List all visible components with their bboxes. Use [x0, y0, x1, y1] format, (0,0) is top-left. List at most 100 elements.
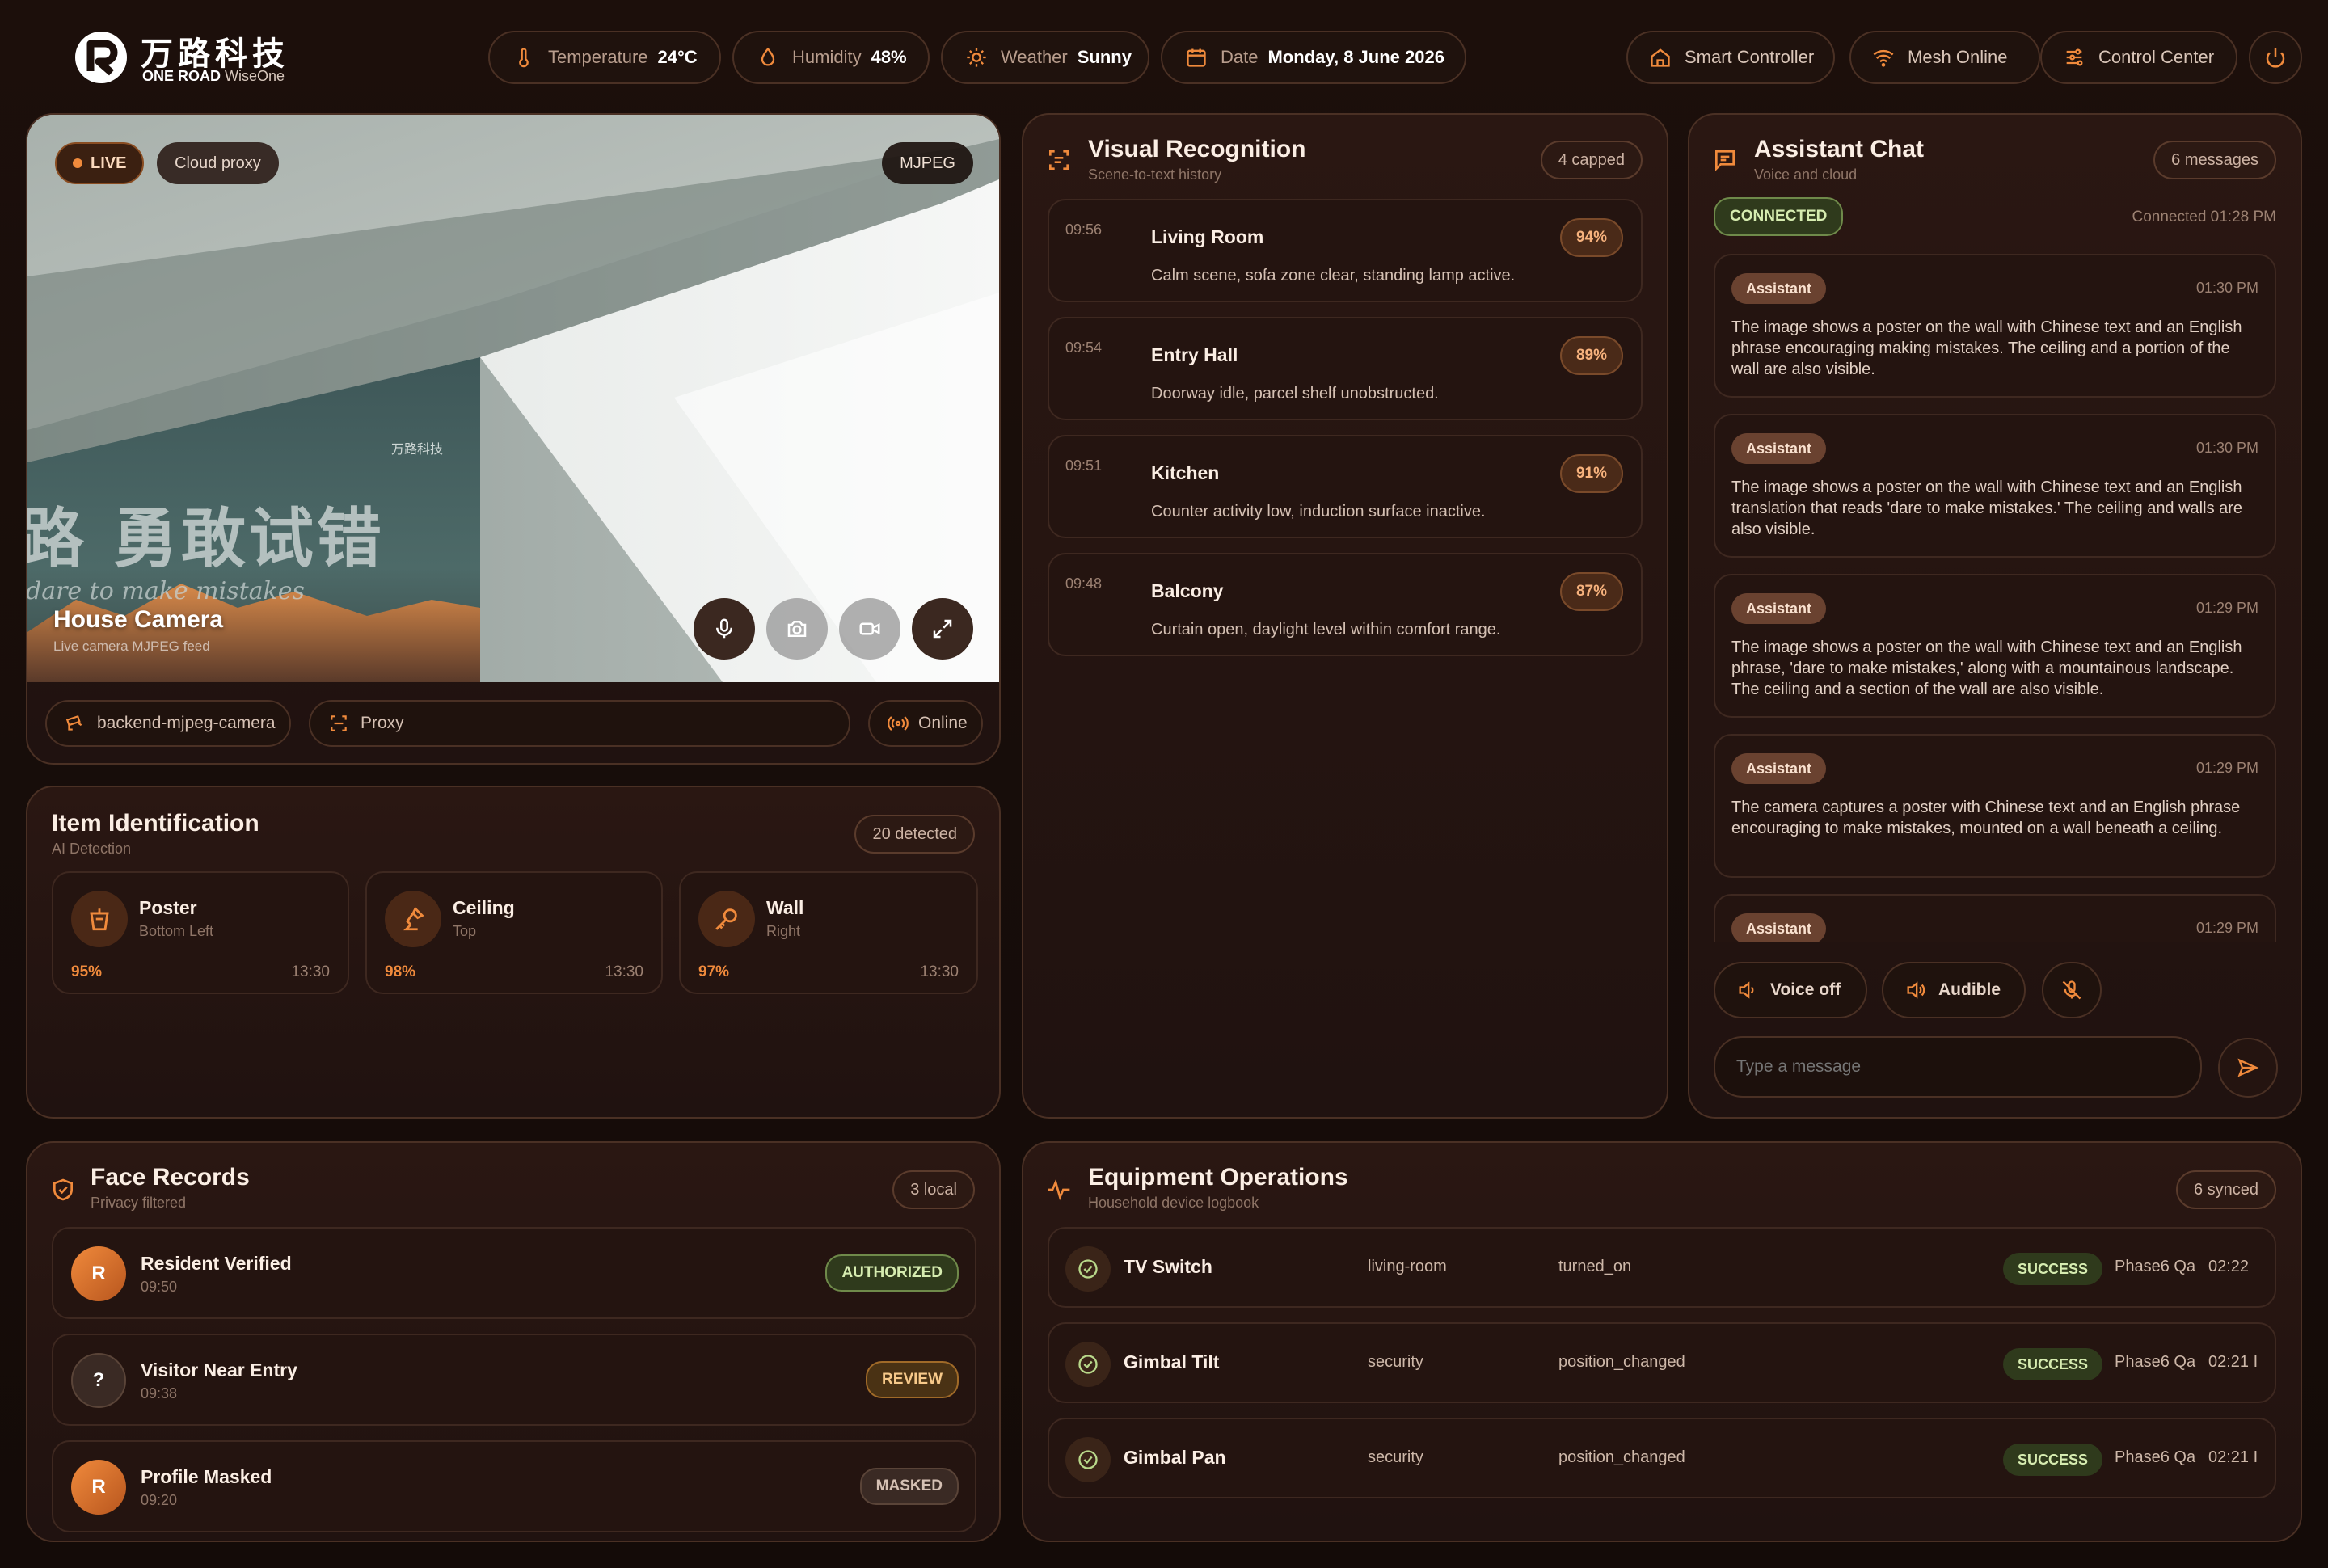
- camera-title: House Camera: [53, 606, 224, 633]
- vision-entry-confidence: 94%: [1559, 218, 1623, 257]
- humidity-chip[interactable]: Humidity 48%: [732, 31, 930, 84]
- weather-chip[interactable]: Weather Sunny: [941, 31, 1149, 84]
- speaker-wave-icon: [1907, 981, 1925, 999]
- sliders-icon: [2066, 48, 2083, 66]
- date-chip[interactable]: Date Monday, 8 June 2026: [1161, 31, 1466, 84]
- message-text: The image shows a poster on the wall wit…: [1731, 639, 2242, 698]
- microphone-button[interactable]: [694, 598, 755, 660]
- message-input[interactable]: [1736, 1038, 2179, 1096]
- equipment-subtitle: Household device logbook: [1088, 1195, 1259, 1211]
- vision-entry[interactable]: 09:56 Living Room 94% Calm scene, sofa z…: [1048, 199, 1643, 302]
- video-icon: [859, 622, 880, 635]
- lamp-icon: [403, 906, 424, 931]
- item-confidence: 98%: [385, 963, 416, 980]
- vision-count-badge: 4 capped: [1540, 141, 1643, 179]
- equipment-status-tag: SUCCESS: [2003, 1348, 2103, 1380]
- camera-panel: 万路科技 路 勇敢试错 dare to make mistakes LIVE C…: [26, 113, 1001, 765]
- temperature-chip[interactable]: Temperature 24°C: [488, 31, 721, 84]
- send-icon: [2237, 1058, 2259, 1077]
- vision-entry[interactable]: 09:48 Balcony 87% Curtain open, daylight…: [1048, 553, 1643, 656]
- camera-source-chip[interactable]: backend-mjpeg-camera: [45, 700, 291, 747]
- chat-message-list[interactable]: Assistant 01:30 PM The image shows a pos…: [1714, 254, 2280, 942]
- camera-state-chip[interactable]: Online: [868, 700, 983, 747]
- snapshot-button[interactable]: [766, 598, 828, 660]
- camera-route-chip[interactable]: Proxy: [309, 700, 850, 747]
- voice-off-button[interactable]: Voice off: [1714, 962, 1867, 1018]
- equipment-row[interactable]: Gimbal Pan security position_changed SUC…: [1048, 1418, 2276, 1498]
- item-card-poster[interactable]: Poster Bottom Left 95% 13:30: [52, 871, 349, 994]
- home-icon: [1651, 48, 1670, 67]
- fullscreen-button[interactable]: [912, 598, 973, 660]
- voice-off-label: Voice off: [1770, 980, 1841, 999]
- poster-english-text: dare to make mistakes: [27, 577, 305, 605]
- camera-feed[interactable]: 万路科技 路 勇敢试错 dare to make mistakes LIVE C…: [27, 115, 999, 682]
- control-center-button[interactable]: Control Center: [2040, 31, 2237, 84]
- scan-icon: [331, 715, 347, 731]
- item-identification-panel: Item Identification AI Detection 20 dete…: [26, 786, 1001, 1119]
- item-position: Bottom Left: [139, 923, 214, 939]
- equipment-action: position_changed: [1558, 1448, 1685, 1466]
- face-record[interactable]: R Profile Masked 09:20 MASKED: [52, 1440, 976, 1532]
- format-badge: MJPEG: [882, 142, 973, 184]
- connected-time: Connected 01:28 PM: [2132, 209, 2276, 226]
- equipment-user: Phase6 Qa: [2115, 1258, 2196, 1275]
- item-position: Right: [766, 923, 801, 939]
- mute-mic-button[interactable]: [2042, 962, 2102, 1018]
- sun-icon: [967, 48, 986, 67]
- vision-entry[interactable]: 09:54 Entry Hall 89% Doorway idle, parce…: [1048, 317, 1643, 420]
- vision-entry-time: 09:48: [1065, 575, 1103, 592]
- item-card-wall[interactable]: Wall Right 97% 13:30: [679, 871, 978, 994]
- live-label: LIVE: [91, 154, 127, 172]
- shield-check-icon: [53, 1178, 73, 1201]
- face-record[interactable]: R Resident Verified 09:50 AUTHORIZED: [52, 1227, 976, 1319]
- vision-entry-description: Doorway idle, parcel shelf unobstructed.: [1151, 385, 1439, 403]
- item-confidence: 95%: [71, 963, 103, 980]
- vision-title: Visual Recognition: [1088, 136, 1306, 162]
- temperature-value: 24°C: [657, 47, 698, 67]
- item-icon-wrap: [385, 891, 441, 947]
- weather-label: Weather: [1001, 47, 1068, 67]
- connection-status-badge: CONNECTED: [1714, 197, 1844, 236]
- vision-entry[interactable]: 09:51 Kitchen 91% Counter activity low, …: [1048, 435, 1643, 538]
- vision-entry-time: 09:56: [1065, 221, 1103, 238]
- equipment-zone: living-room: [1368, 1258, 1447, 1275]
- broadcast-icon: [888, 716, 909, 731]
- item-icon-wrap: [698, 891, 755, 947]
- face-name: Visitor Near Entry: [141, 1359, 297, 1380]
- brand-logo: 万路科技 ONE ROAD WiseOne: [73, 27, 291, 92]
- vision-entry-room: Entry Hall: [1151, 344, 1238, 365]
- message-time: 01:29 PM: [2195, 920, 2258, 936]
- record-button[interactable]: [839, 598, 900, 660]
- item-card-ceiling[interactable]: Ceiling Top 98% 13:30: [365, 871, 663, 994]
- face-record[interactable]: ? Visitor Near Entry 09:38 REVIEW: [52, 1334, 976, 1426]
- activity-icon: [1048, 1178, 1070, 1201]
- mesh-online-button[interactable]: Mesh Online: [1849, 31, 2040, 84]
- audible-button[interactable]: Audible: [1882, 962, 2026, 1018]
- message-role-tag: Assistant: [1731, 753, 1827, 784]
- equipment-row[interactable]: TV Switch living-room turned_on SUCCESS …: [1048, 1227, 2276, 1308]
- vision-entry-room: Balcony: [1151, 580, 1224, 601]
- smart-controller-button[interactable]: Smart Controller: [1626, 31, 1835, 84]
- audible-label: Audible: [1938, 980, 2001, 999]
- equipment-status-tag: SUCCESS: [2003, 1253, 2103, 1285]
- equipment-row[interactable]: Gimbal Tilt security position_changed SU…: [1048, 1322, 2276, 1403]
- items-count-badge: 20 detected: [854, 815, 975, 854]
- power-icon: [2266, 48, 2285, 68]
- equipment-time: 02:22: [2208, 1258, 2250, 1275]
- item-time: 13:30: [920, 963, 959, 980]
- equipment-name: TV Switch: [1124, 1256, 1212, 1277]
- chat-message: Assistant 01:29 PM The image shows a pos…: [1714, 574, 2276, 718]
- mesh-online-label: Mesh Online: [1908, 47, 2008, 67]
- equipment-operations-panel: Equipment Operations Household device lo…: [1022, 1141, 2302, 1542]
- key-icon: [715, 908, 737, 930]
- speaker-icon: [1739, 981, 1754, 999]
- face-status-tag: AUTHORIZED: [825, 1254, 959, 1292]
- chat-count-badge: 6 messages: [2153, 141, 2276, 179]
- temperature-label: Temperature: [548, 47, 648, 67]
- calendar-icon: [1187, 48, 1206, 67]
- equipment-time: 02:21 I: [2208, 1353, 2258, 1371]
- microphone-icon: [716, 618, 732, 639]
- power-button[interactable]: [2249, 31, 2302, 84]
- send-button[interactable]: [2218, 1038, 2278, 1098]
- message-text: The image shows a poster on the wall wit…: [1731, 478, 2243, 538]
